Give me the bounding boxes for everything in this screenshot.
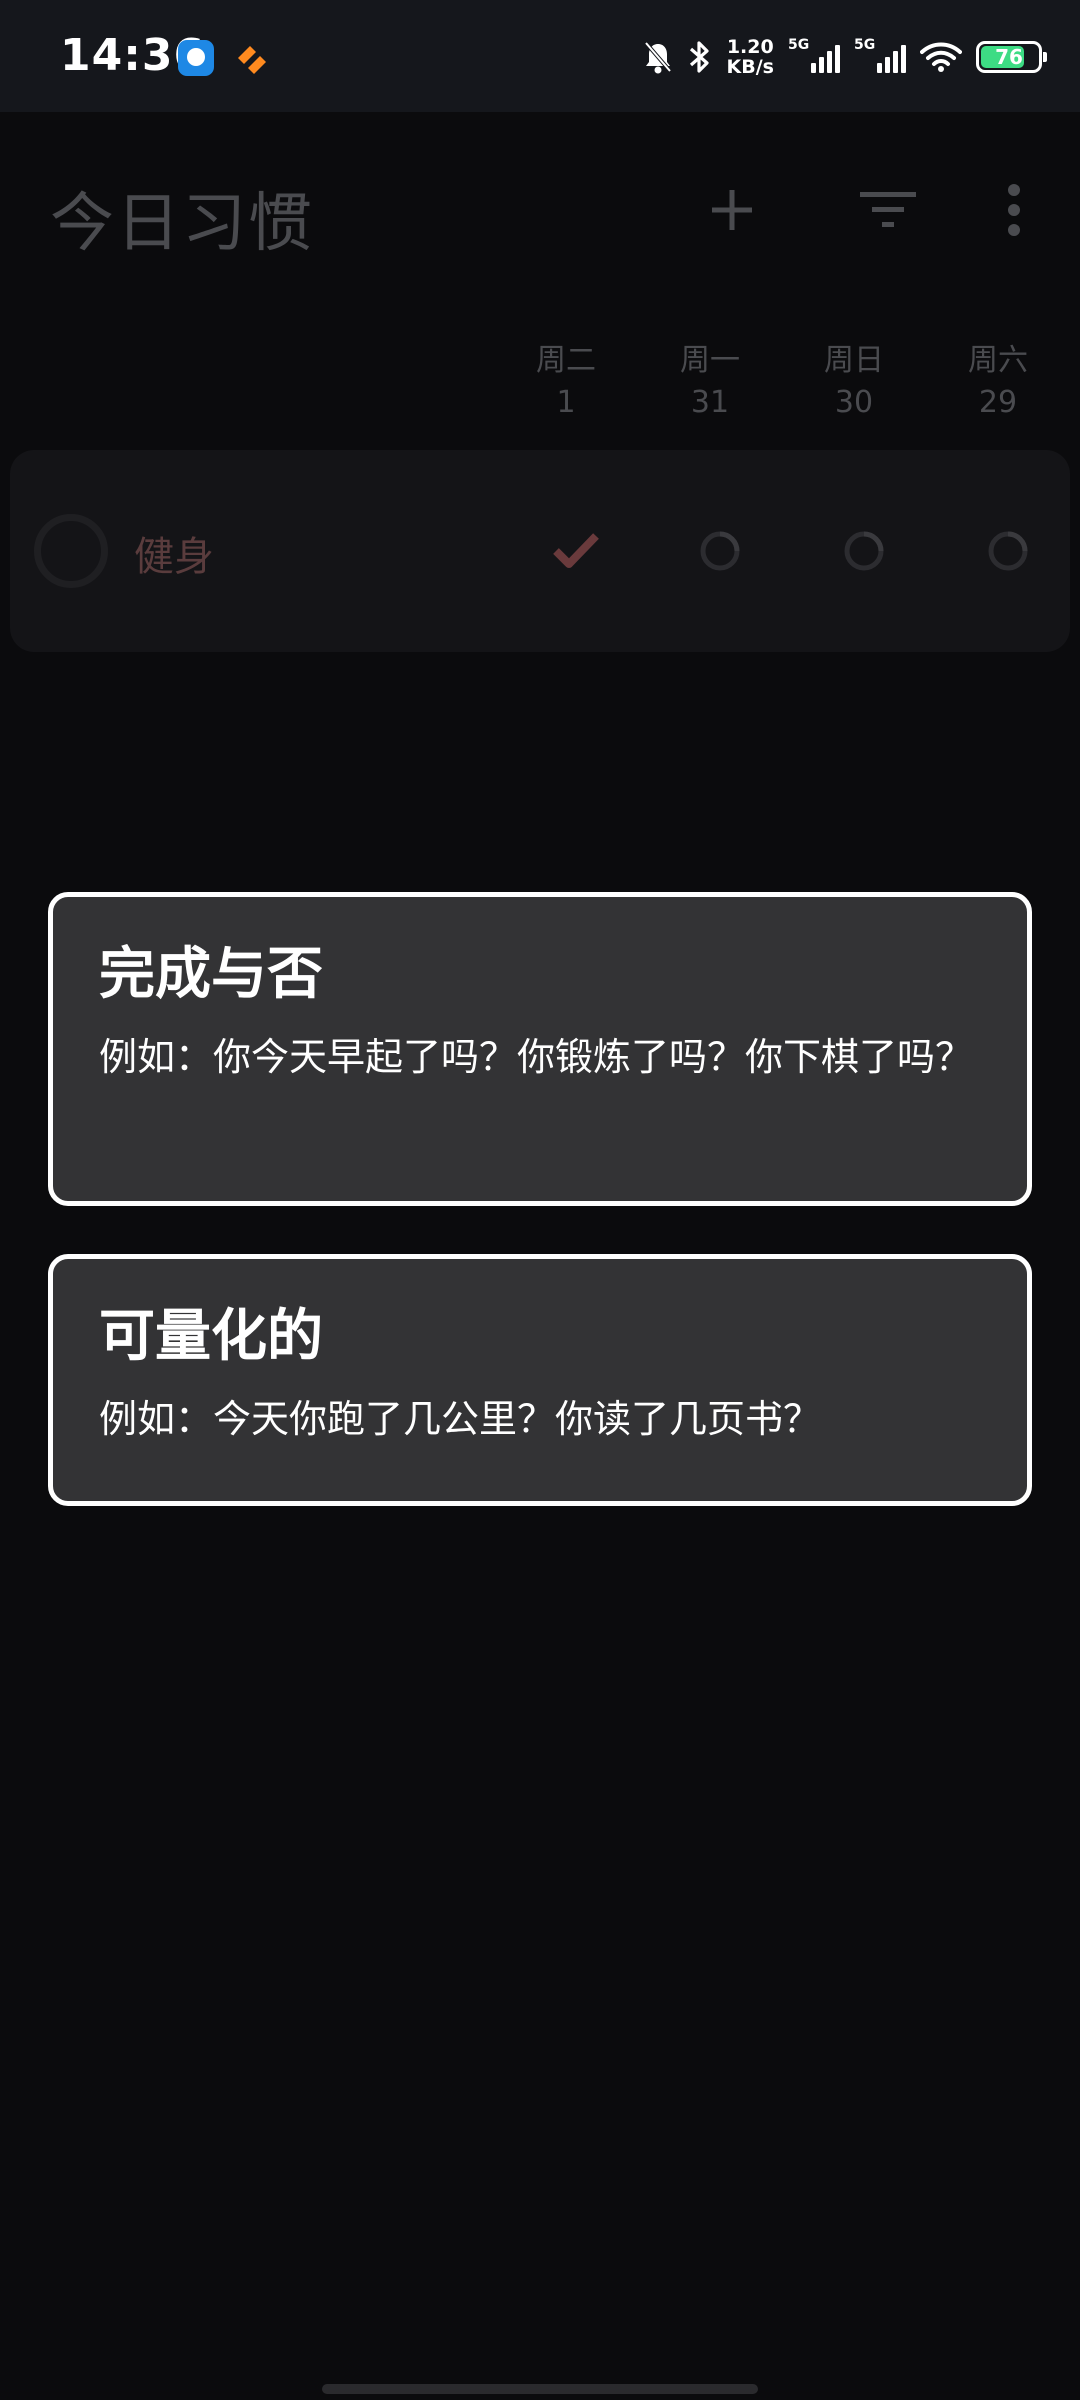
day-header-1: 周一 31 [650,340,770,424]
empty-progress-icon [988,531,1028,571]
status-icons: 1.20 KB/s 5G 5G 76 [643,30,1047,84]
sim1-signal-icon: 5G [788,37,840,77]
status-bar: 14:36 1.20 KB/s 5G 5G 76 [0,0,1080,112]
filter-button[interactable] [848,170,928,250]
network-speed-value: 1.20 [726,36,774,58]
app-notification-icon [238,46,266,74]
option-description: 例如：今天你跑了几公里？你读了几页书？ [99,1397,822,1441]
day-header-2: 周日 30 [794,340,914,424]
habit-mark-day-2[interactable] [829,516,899,586]
option-title: 可量化的 [99,1304,323,1369]
sim1-network-type: 5G [788,37,810,53]
habit-name[interactable]: 健身 [134,524,214,582]
sim2-signal-icon: 5G [854,37,906,77]
habit-mark-day-3[interactable] [973,516,1043,586]
day-weekday: 周六 [968,343,1028,378]
battery-icon: 76 [976,41,1047,73]
more-options-button[interactable] [974,170,1054,250]
habit-type-measurable-option[interactable]: 可量化的 例如：今天你跑了几公里？你读了几页书？ [48,1254,1032,1506]
sim2-network-type: 5G [854,37,876,53]
network-speed-unit: KB/s [726,56,774,78]
day-weekday: 周一 [680,343,740,378]
day-header-0: 周二 1 [506,340,626,424]
habit-progress-ring [34,514,108,588]
habit-mark-day-1[interactable] [685,516,755,586]
filter-icon [860,192,916,227]
day-date: 29 [978,385,1018,420]
day-date: 31 [690,385,730,420]
habit-type-yes-no-option[interactable]: 完成与否 例如：你今天早起了吗？你锻炼了吗？你下棋了吗？ [48,892,1032,1206]
day-weekday: 周二 [536,343,596,378]
day-date: 1 [556,385,576,420]
day-header-3: 周六 29 [938,340,1058,424]
habit-mark-day-0[interactable] [541,516,611,586]
wifi-icon [920,42,962,72]
network-speed: 1.20 KB/s [727,37,774,77]
gesture-navigation-bar[interactable] [322,2384,758,2394]
add-habit-button[interactable] [692,170,772,250]
page-title: 今日习惯 [50,187,314,261]
bluetooth-icon [689,41,709,73]
habit-row[interactable]: 健身 [10,450,1070,652]
day-weekday: 周日 [824,343,884,378]
qq-notification-icon [178,40,214,76]
empty-progress-icon [844,531,884,571]
check-icon [553,533,599,568]
day-date: 30 [834,385,874,420]
battery-level: 76 [995,45,1023,69]
empty-progress-icon [700,531,740,571]
more-vertical-icon [1008,184,1020,236]
option-description: 例如：你今天早起了吗？你锻炼了吗？你下棋了吗？ [99,1035,974,1079]
plus-icon [712,190,752,230]
option-title: 完成与否 [99,942,323,1007]
alarm-muted-icon [644,41,672,74]
